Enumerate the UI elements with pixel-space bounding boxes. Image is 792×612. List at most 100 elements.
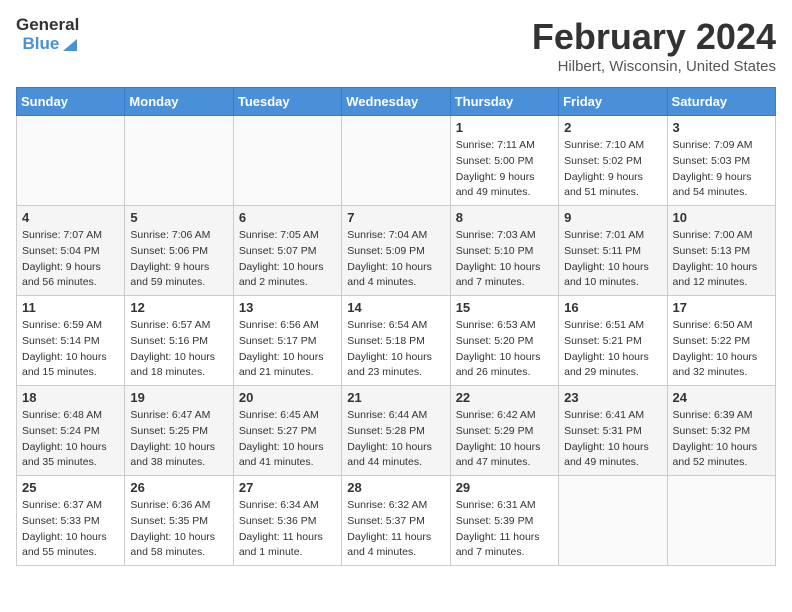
day-detail: Sunrise: 6:44 AMSunset: 5:28 PMDaylight:… xyxy=(347,408,444,471)
day-detail: Sunrise: 6:50 AMSunset: 5:22 PMDaylight:… xyxy=(673,318,770,381)
table-row: 15 Sunrise: 6:53 AMSunset: 5:20 PMDayligh… xyxy=(450,296,558,386)
table-row xyxy=(559,476,667,566)
table-row: 12Sunrise: 6:57 AMSunset: 5:16 PMDayligh… xyxy=(125,296,233,386)
calendar-week-row: 1 Sunrise: 7:11 AMSunset: 5:00 PMDaylight… xyxy=(17,116,776,206)
day-detail: Sunrise: 6:47 AMSunset: 5:25 PMDaylight:… xyxy=(130,408,227,471)
calendar-table: Sunday Monday Tuesday Wednesday Thursday… xyxy=(16,87,776,566)
day-number: 24 xyxy=(673,390,770,405)
logo: General Blue xyxy=(16,16,79,53)
day-detail: Sunrise: 7:11 AMSunset: 5:00 PMDaylight:… xyxy=(456,138,553,201)
day-number: 1 xyxy=(456,120,553,135)
day-detail: Sunrise: 7:06 AMSunset: 5:06 PMDaylight:… xyxy=(130,228,227,291)
table-row: 9 Sunrise: 7:01 AMSunset: 5:11 PMDaylight… xyxy=(559,206,667,296)
col-friday: Friday xyxy=(559,88,667,116)
day-number: 16 xyxy=(564,300,661,315)
day-detail: Sunrise: 7:03 AMSunset: 5:10 PMDaylight:… xyxy=(456,228,553,291)
table-row xyxy=(667,476,775,566)
col-wednesday: Wednesday xyxy=(342,88,450,116)
page-subtitle: Hilbert, Wisconsin, United States xyxy=(532,58,776,75)
day-detail: Sunrise: 6:45 AMSunset: 5:27 PMDaylight:… xyxy=(239,408,336,471)
day-detail: Sunrise: 6:39 AMSunset: 5:32 PMDaylight:… xyxy=(673,408,770,471)
day-detail: Sunrise: 7:09 AMSunset: 5:03 PMDaylight:… xyxy=(673,138,770,201)
table-row: 28 Sunrise: 6:32 AMSunset: 5:37 PMDayligh… xyxy=(342,476,450,566)
day-detail: Sunrise: 6:59 AMSunset: 5:14 PMDaylight:… xyxy=(22,318,119,381)
col-thursday: Thursday xyxy=(450,88,558,116)
day-number: 28 xyxy=(347,480,444,495)
day-number: 9 xyxy=(564,210,661,225)
day-detail: Sunrise: 7:10 AMSunset: 5:02 PMDaylight:… xyxy=(564,138,661,201)
table-row: 2 Sunrise: 7:10 AMSunset: 5:02 PMDaylight… xyxy=(559,116,667,206)
table-row: 3 Sunrise: 7:09 AMSunset: 5:03 PMDaylight… xyxy=(667,116,775,206)
day-number: 4 xyxy=(22,210,119,225)
table-row: 23 Sunrise: 6:41 AMSunset: 5:31 PMDayligh… xyxy=(559,386,667,476)
table-row: 1 Sunrise: 7:11 AMSunset: 5:00 PMDaylight… xyxy=(450,116,558,206)
calendar-week-row: 25Sunrise: 6:37 AMSunset: 5:33 PMDayligh… xyxy=(17,476,776,566)
day-detail: Sunrise: 6:48 AMSunset: 5:24 PMDaylight:… xyxy=(22,408,119,471)
day-number: 14 xyxy=(347,300,444,315)
table-row: 20 Sunrise: 6:45 AMSunset: 5:27 PMDayligh… xyxy=(233,386,341,476)
day-detail: Sunrise: 6:31 AMSunset: 5:39 PMDaylight:… xyxy=(456,498,553,561)
day-detail: Sunrise: 7:01 AMSunset: 5:11 PMDaylight:… xyxy=(564,228,661,291)
table-row: 22 Sunrise: 6:42 AMSunset: 5:29 PMDayligh… xyxy=(450,386,558,476)
day-number: 18 xyxy=(22,390,119,405)
day-number: 2 xyxy=(564,120,661,135)
day-number: 3 xyxy=(673,120,770,135)
table-row: 25Sunrise: 6:37 AMSunset: 5:33 PMDayligh… xyxy=(17,476,125,566)
day-number: 10 xyxy=(673,210,770,225)
calendar-week-row: 4 Sunrise: 7:07 AMSunset: 5:04 PMDaylight… xyxy=(17,206,776,296)
day-number: 26 xyxy=(130,480,227,495)
day-number: 7 xyxy=(347,210,444,225)
day-number: 13 xyxy=(239,300,336,315)
table-row: 5 Sunrise: 7:06 AMSunset: 5:06 PMDaylight… xyxy=(125,206,233,296)
day-number: 17 xyxy=(673,300,770,315)
page-title: February 2024 xyxy=(532,16,776,58)
day-detail: Sunrise: 6:42 AMSunset: 5:29 PMDaylight:… xyxy=(456,408,553,471)
day-number: 15 xyxy=(456,300,553,315)
col-tuesday: Tuesday xyxy=(233,88,341,116)
day-detail: Sunrise: 7:00 AMSunset: 5:13 PMDaylight:… xyxy=(673,228,770,291)
day-number: 23 xyxy=(564,390,661,405)
table-row: 16 Sunrise: 6:51 AMSunset: 5:21 PMDayligh… xyxy=(559,296,667,386)
table-row xyxy=(17,116,125,206)
day-detail: Sunrise: 6:57 AMSunset: 5:16 PMDaylight:… xyxy=(130,318,227,381)
day-number: 27 xyxy=(239,480,336,495)
table-row: 13 Sunrise: 6:56 AMSunset: 5:17 PMDayligh… xyxy=(233,296,341,386)
col-sunday: Sunday xyxy=(17,88,125,116)
page-header: General Blue February 2024 Hilbert, Wisc… xyxy=(16,16,776,75)
title-area: February 2024 Hilbert, Wisconsin, United… xyxy=(532,16,776,75)
day-detail: Sunrise: 6:36 AMSunset: 5:35 PMDaylight:… xyxy=(130,498,227,561)
table-row: 11 Sunrise: 6:59 AMSunset: 5:14 PMDayligh… xyxy=(17,296,125,386)
day-detail: Sunrise: 6:41 AMSunset: 5:31 PMDaylight:… xyxy=(564,408,661,471)
col-saturday: Saturday xyxy=(667,88,775,116)
calendar-header-row: Sunday Monday Tuesday Wednesday Thursday… xyxy=(17,88,776,116)
table-row: 14 Sunrise: 6:54 AMSunset: 5:18 PMDayligh… xyxy=(342,296,450,386)
day-number: 5 xyxy=(130,210,227,225)
day-number: 19 xyxy=(130,390,227,405)
day-detail: Sunrise: 6:53 AMSunset: 5:20 PMDaylight:… xyxy=(456,318,553,381)
table-row xyxy=(342,116,450,206)
table-row: 6 Sunrise: 7:05 AMSunset: 5:07 PMDaylight… xyxy=(233,206,341,296)
day-number: 8 xyxy=(456,210,553,225)
day-number: 22 xyxy=(456,390,553,405)
logo-general: General xyxy=(16,16,79,35)
table-row: 7Sunrise: 7:04 AMSunset: 5:09 PMDaylight… xyxy=(342,206,450,296)
day-detail: Sunrise: 7:07 AMSunset: 5:04 PMDaylight:… xyxy=(22,228,119,291)
day-detail: Sunrise: 7:05 AMSunset: 5:07 PMDaylight:… xyxy=(239,228,336,291)
day-number: 21 xyxy=(347,390,444,405)
table-row: 17 Sunrise: 6:50 AMSunset: 5:22 PMDayligh… xyxy=(667,296,775,386)
col-monday: Monday xyxy=(125,88,233,116)
calendar-week-row: 11 Sunrise: 6:59 AMSunset: 5:14 PMDayligh… xyxy=(17,296,776,386)
day-detail: Sunrise: 6:56 AMSunset: 5:17 PMDaylight:… xyxy=(239,318,336,381)
day-detail: Sunrise: 6:51 AMSunset: 5:21 PMDaylight:… xyxy=(564,318,661,381)
table-row: 27Sunrise: 6:34 AMSunset: 5:36 PMDayligh… xyxy=(233,476,341,566)
table-row: 21 Sunrise: 6:44 AMSunset: 5:28 PMDayligh… xyxy=(342,386,450,476)
day-number: 20 xyxy=(239,390,336,405)
table-row: 10 Sunrise: 7:00 AMSunset: 5:13 PMDayligh… xyxy=(667,206,775,296)
day-number: 6 xyxy=(239,210,336,225)
day-detail: Sunrise: 6:37 AMSunset: 5:33 PMDaylight:… xyxy=(22,498,119,561)
table-row: 18 Sunrise: 6:48 AMSunset: 5:24 PMDayligh… xyxy=(17,386,125,476)
logo-blue: Blue xyxy=(22,35,59,54)
day-detail: Sunrise: 6:54 AMSunset: 5:18 PMDaylight:… xyxy=(347,318,444,381)
day-detail: Sunrise: 6:32 AMSunset: 5:37 PMDaylight:… xyxy=(347,498,444,561)
day-number: 11 xyxy=(22,300,119,315)
